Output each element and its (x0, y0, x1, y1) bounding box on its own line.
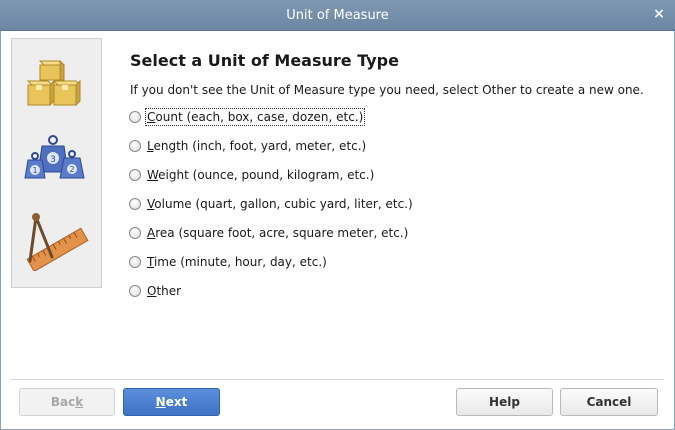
radio-weight[interactable] (129, 169, 141, 181)
option-other[interactable]: Other (129, 282, 182, 300)
accel-key: T (147, 255, 154, 269)
option-text: ther (156, 284, 182, 298)
option-text: rea (square foot, acre, square meter, et… (155, 226, 409, 240)
window-title: Unit of Measure (286, 8, 389, 23)
weights-icon: 3 1 2 (24, 135, 85, 179)
radio-time[interactable] (129, 256, 141, 268)
accel-key: W (147, 168, 159, 182)
option-other-label: Other (146, 283, 182, 299)
radio-length[interactable] (129, 140, 141, 152)
back-label-start: Bac (50, 395, 76, 409)
option-text: ength (inch, foot, yard, meter, etc.) (153, 139, 367, 153)
next-accel-key: N (155, 395, 166, 409)
next-button[interactable]: Next (123, 388, 220, 416)
option-time-label: Time (minute, hour, day, etc.) (146, 254, 328, 270)
ruler-compass-icon (26, 213, 89, 271)
illustration-panel: 3 1 2 (11, 38, 102, 288)
next-label-end: ext (165, 395, 188, 409)
option-weight[interactable]: Weight (ounce, pound, kilogram, etc.) (129, 166, 375, 184)
weight-number-2: 2 (69, 165, 74, 174)
weight-number-3: 3 (50, 155, 56, 165)
option-text: ount (each, box, case, dozen, etc.) (155, 110, 364, 124)
option-time[interactable]: Time (minute, hour, day, etc.) (129, 253, 328, 271)
weight-number-1: 1 (32, 166, 37, 175)
boxes-icon (26, 59, 82, 107)
option-text: ime (minute, hour, day, etc.) (153, 255, 327, 269)
option-text: olume (quart, gallon, cubic yard, liter,… (154, 197, 413, 211)
radio-volume[interactable] (129, 198, 141, 210)
option-text: eight (ounce, pound, kilogram, etc.) (158, 168, 375, 182)
accel-key: A (147, 226, 156, 240)
radio-area[interactable] (129, 227, 141, 239)
radio-other[interactable] (129, 285, 141, 297)
option-count[interactable]: Count (each, box, case, dozen, etc.) (129, 108, 366, 126)
instruction-text: If you don't see the Unit of Measure typ… (130, 83, 644, 97)
option-weight-label: Weight (ounce, pound, kilogram, etc.) (146, 167, 375, 183)
back-accel-key: k (75, 395, 84, 409)
back-button[interactable]: Bac k (19, 388, 115, 416)
footer-divider (11, 379, 664, 381)
page-heading: Select a Unit of Measure Type (130, 51, 399, 70)
option-volume-label: Volume (quart, gallon, cubic yard, liter… (146, 196, 414, 212)
option-area[interactable]: Area (square foot, acre, square meter, e… (129, 224, 409, 242)
option-length[interactable]: Length (inch, foot, yard, meter, etc.) (129, 137, 367, 155)
help-button[interactable]: Help (456, 388, 553, 416)
close-icon[interactable]: × (652, 7, 666, 21)
option-area-label: Area (square foot, acre, square meter, e… (146, 225, 409, 241)
dialog-body: 3 1 2 Select a Unit of Measure Type If y… (0, 31, 675, 430)
cancel-button[interactable]: Cancel (560, 388, 658, 416)
option-volume[interactable]: Volume (quart, gallon, cubic yard, liter… (129, 195, 414, 213)
option-count-label: Count (each, box, case, dozen, etc.) (144, 108, 366, 126)
option-length-label: Length (inch, foot, yard, meter, etc.) (146, 138, 367, 154)
radio-count[interactable] (129, 111, 141, 123)
title-bar: Unit of Measure × (0, 0, 675, 31)
